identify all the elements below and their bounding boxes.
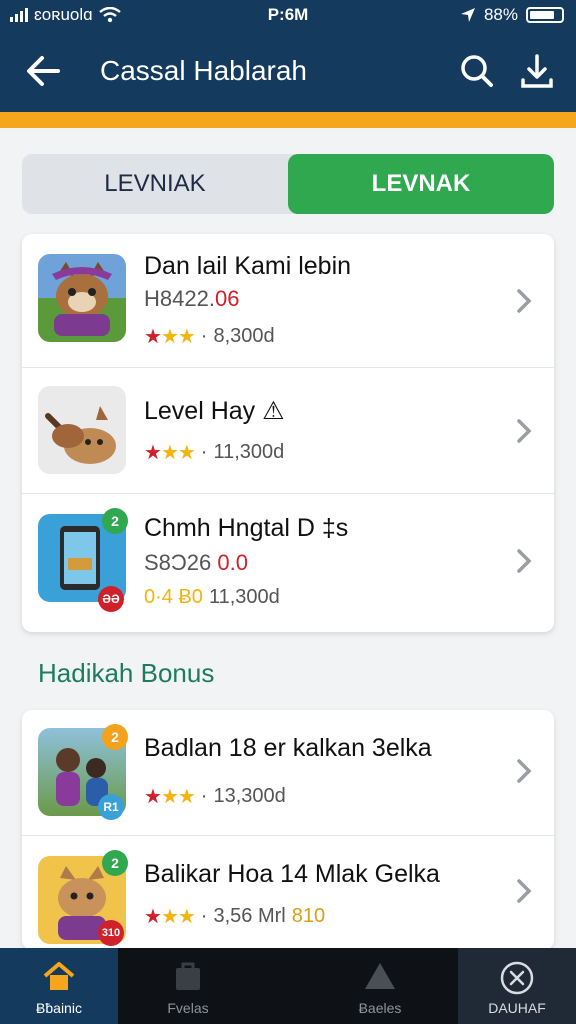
page-title: Cassal Hablarah — [100, 55, 307, 86]
item-meta: ★★★ · 11,300d — [144, 441, 285, 464]
close-circle-icon — [500, 961, 534, 995]
cat-thumbnail — [38, 254, 126, 342]
list-item[interactable]: 2 ƏƏ Chmh Hngtal D ‡s S8Ɔ26 0.0 0·4 Ƀ0 11… — [22, 494, 554, 632]
back-button[interactable] — [22, 50, 64, 92]
instrument-thumbnail — [38, 386, 126, 474]
chevron-right-icon — [517, 289, 532, 313]
chevron-right-icon — [517, 549, 532, 573]
item-title: Badlan 18 er kalkan 3elka — [144, 734, 432, 762]
item-price: S8Ɔ26 0.0 — [144, 550, 248, 575]
tab-close[interactable]: DAUHAF — [458, 948, 576, 1024]
download-button[interactable] — [516, 50, 558, 92]
segment-left[interactable]: LEVNIAK — [22, 154, 288, 214]
download-icon — [521, 54, 553, 88]
triangle-icon — [365, 963, 395, 989]
item-meta: ★★★ · 8,300d — [144, 325, 275, 348]
bag-icon — [176, 962, 200, 990]
rating-stars: ★★★ — [144, 906, 196, 928]
tab-bag[interactable]: Fvelas — [118, 948, 258, 1024]
item-meta: 0·4 Ƀ0 11,300d — [144, 586, 280, 608]
list-item[interactable]: Level Hay ⚠ ★★★ · 11,300d — [22, 368, 554, 494]
item-title: Dan lail Kami lebin — [144, 252, 352, 280]
toolbar: Cassal Hablarah — [0, 40, 576, 102]
search-button[interactable] — [456, 50, 498, 92]
chevron-right-icon — [517, 879, 532, 903]
tab-triangle[interactable]: Ƀaeles — [300, 948, 460, 1024]
segmented-control: LEVNIAK LEVNAK — [22, 154, 554, 214]
battery-icon — [526, 7, 564, 23]
item-meta: ★★★ · 3,56 Mrl 810 — [144, 905, 326, 928]
guitar-character-icon — [45, 406, 116, 464]
count-badge: 2 — [102, 850, 128, 876]
rating-stars: ★★★ — [144, 326, 196, 348]
item-price: H8422.06 — [144, 286, 240, 311]
count-badge: 2 — [102, 508, 128, 534]
search-icon — [461, 55, 493, 87]
cat-character-icon — [52, 262, 112, 336]
battery-percent: 88% — [483, 5, 518, 24]
location-icon — [460, 8, 475, 22]
rating-stars: ★★★ — [144, 786, 196, 808]
segment-right-active[interactable]: LEVNAK — [288, 154, 554, 214]
item-title: Balikar Hoa 14 Mlak Gelka — [144, 860, 440, 888]
count-badge: 2 — [102, 724, 128, 750]
bonus-card: 2 R1 Badlan 18 er kalkan 3elka ★★★ · 13,3… — [22, 710, 554, 950]
app-bar: ɛoʀuolɑ P:6M 88% Cassal Hablarah — [0, 0, 576, 114]
accent-stripe — [0, 112, 576, 128]
corner-badge: 310 — [98, 920, 124, 946]
item-title: Level Hay ⚠ — [144, 397, 285, 425]
rating-stars: ★★★ — [144, 442, 196, 464]
chevron-right-icon — [517, 419, 532, 443]
corner-badge: ƏƏ — [98, 586, 124, 612]
list-item[interactable]: 2 310 Balikar Hoa 14 Mlak Gelka ★★★ · 3,5… — [22, 836, 554, 950]
list-item[interactable]: Dan lail Kami lebin H8422.06 ★★★ · 8,300d — [22, 234, 554, 368]
status-bar: ɛoʀuolɑ P:6M 88% — [0, 0, 576, 32]
list-card: Dan lail Kami lebin H8422.06 ★★★ · 8,300d… — [22, 234, 554, 632]
corner-badge: R1 — [98, 794, 124, 820]
section-title: Hadikah Bonus — [38, 658, 215, 688]
item-meta: ★★★ · 13,300d — [144, 785, 286, 808]
arrow-left-icon — [27, 56, 60, 86]
bottom-nav: Ƀƀainic Fvelas Ƀaeles DAUHAF — [0, 948, 576, 1024]
home-icon — [43, 962, 75, 990]
chevron-right-icon — [517, 759, 532, 783]
tab-home[interactable]: Ƀƀainic — [0, 948, 118, 1024]
item-title: Chmh Hngtal D ‡s — [144, 514, 349, 542]
list-item[interactable]: 2 R1 Badlan 18 er kalkan 3elka ★★★ · 13,3… — [22, 710, 554, 836]
